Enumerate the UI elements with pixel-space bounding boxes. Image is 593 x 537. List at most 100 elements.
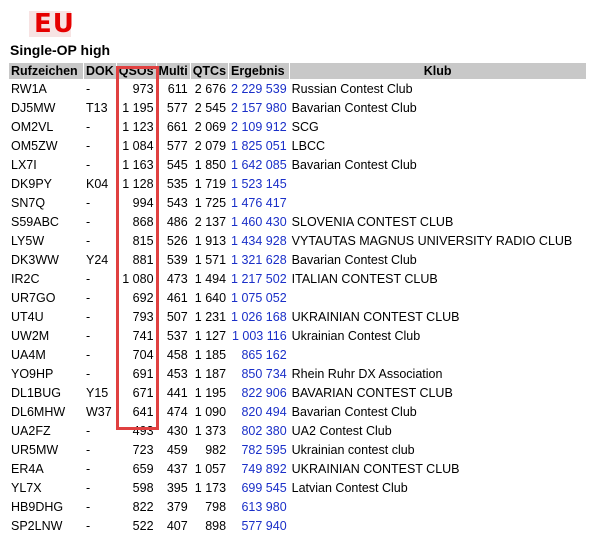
multi-cell: 395 (166, 481, 188, 495)
table-row: OM2VL - 1 123 661 2 069 2 109 912 SCG (9, 118, 586, 136)
result-link[interactable]: 1 476 417 (229, 194, 289, 212)
table-row: DK9PY K04 1 128 535 1 719 1 523 145 (9, 175, 586, 193)
table-row: RW1A - 973 611 2 676 2 229 539 Russian Contest… (9, 80, 586, 98)
column-header-qsos: QSOs (116, 63, 156, 79)
result-link[interactable]: 850 734 (229, 365, 289, 383)
multi-cell: 535 (166, 177, 188, 191)
multi-cell: 539 (166, 253, 188, 267)
callsign-cell: HB9DHG (11, 500, 64, 514)
result-link[interactable]: 1 026 168 (229, 308, 289, 326)
dok-cell: - (86, 215, 91, 229)
table-row: ER4A - 659 437 1 057 749 892 UKRAINIAN CONTEST… (9, 460, 586, 478)
callsign-cell: UR5MW (11, 443, 59, 457)
qsos-cell: 793 (132, 310, 154, 324)
result-link[interactable]: 802 380 (229, 422, 289, 440)
qsos-cell: 741 (132, 329, 154, 343)
club-cell (290, 289, 586, 307)
multi-cell: 537 (166, 329, 188, 343)
callsign-cell: SN7Q (11, 196, 46, 210)
table-row: UA4M - 704 458 1 185 865 162 (9, 346, 586, 364)
table-row: UT4U - 793 507 1 231 1 026 168 UKRAINIAN CONTE… (9, 308, 586, 326)
dok-cell: - (86, 120, 91, 134)
multi-cell: 473 (166, 272, 188, 286)
column-header-call: Rufzeichen (9, 63, 83, 79)
club-cell: Bavarian Contest Club (291, 253, 417, 267)
result-link[interactable]: 1 217 502 (229, 270, 289, 288)
dok-cell: - (86, 82, 91, 96)
result-link[interactable]: 1 460 430 (229, 213, 289, 231)
qsos-cell: 881 (132, 253, 154, 267)
dok-cell: - (86, 234, 91, 248)
club-cell: UKRAINIAN CONTEST CLUB (291, 462, 460, 476)
dok-cell: - (86, 500, 91, 514)
result-link[interactable]: 2 229 539 (229, 80, 289, 98)
club-cell: LBCC (291, 139, 325, 153)
qsos-cell: 1 163 (122, 158, 154, 172)
dok-cell: - (86, 139, 91, 153)
dok-cell: - (86, 481, 91, 495)
club-cell: BAVARIAN CONTEST CLUB (291, 386, 453, 400)
dok-cell: - (86, 329, 91, 343)
qsos-cell: 522 (132, 519, 154, 533)
multi-cell: 407 (166, 519, 188, 533)
result-link[interactable]: 1 642 085 (229, 156, 289, 174)
result-link[interactable]: 749 892 (229, 460, 289, 478)
multi-cell: 458 (166, 348, 188, 362)
result-link[interactable]: 820 494 (229, 403, 289, 421)
club-cell: Bavarian Contest Club (291, 405, 417, 419)
result-link[interactable]: 1 523 145 (229, 175, 289, 193)
qsos-cell: 1 128 (122, 177, 154, 191)
callsign-cell: DL1BUG (11, 386, 62, 400)
dok-cell: Y24 (86, 253, 109, 267)
club-cell: Bavarian Contest Club (291, 101, 417, 115)
callsign-cell: UW2M (11, 329, 50, 343)
callsign-cell: ER4A (11, 462, 44, 476)
callsign-cell: S59ABC (11, 215, 59, 229)
result-link[interactable]: 865 162 (229, 346, 289, 364)
result-link[interactable]: 577 940 (229, 517, 289, 535)
qtcs-cell: 982 (205, 443, 227, 457)
qsos-cell: 723 (132, 443, 154, 457)
callsign-cell: UT4U (11, 310, 44, 324)
table-row: UR5MW - 723 459 982 782 595 Ukrainian contest … (9, 441, 586, 459)
multi-cell: 577 (166, 101, 188, 115)
qtcs-cell: 1 127 (194, 329, 227, 343)
multi-cell: 545 (166, 158, 188, 172)
column-header-result: Ergebnis (229, 63, 289, 79)
result-link[interactable]: 2 157 980 (229, 99, 289, 117)
result-link[interactable]: 1 321 628 (229, 251, 289, 269)
results-table: Rufzeichen DOK QSOs Multi QTCs Ergebnis … (8, 62, 587, 536)
result-link[interactable]: 822 906 (229, 384, 289, 402)
result-link[interactable]: 1 434 928 (229, 232, 289, 250)
result-link[interactable]: 613 980 (229, 498, 289, 516)
multi-cell: 543 (166, 196, 188, 210)
qsos-cell: 1 084 (122, 139, 154, 153)
qsos-cell: 822 (132, 500, 154, 514)
result-link[interactable]: 1 003 116 (229, 327, 289, 345)
table-row: HB9DHG - 822 379 798 613 980 (9, 498, 586, 516)
multi-cell: 459 (166, 443, 188, 457)
club-cell (290, 346, 586, 364)
result-link[interactable]: 2 109 912 (229, 118, 289, 136)
result-link[interactable]: 699 545 (229, 479, 289, 497)
dok-cell: K04 (86, 177, 109, 191)
table-row: SN7Q - 994 543 1 725 1 476 417 (9, 194, 586, 212)
table-row: DJ5MW T13 1 195 577 2 545 2 157 980 Bavarian C… (9, 99, 586, 117)
multi-cell: 611 (167, 82, 188, 96)
qtcs-cell: 1 185 (194, 348, 227, 362)
callsign-cell: DK9PY (11, 177, 52, 191)
table-row: IR2C - 1 080 473 1 494 1 217 502 ITALIAN CONTE… (9, 270, 586, 288)
multi-cell: 430 (166, 424, 188, 438)
club-cell: VYTAUTAS MAGNUS UNIVERSITY RADIO CLUB (291, 234, 573, 248)
qtcs-cell: 1 187 (194, 367, 227, 381)
qsos-cell: 994 (132, 196, 154, 210)
dok-cell: - (86, 424, 91, 438)
callsign-cell: UA4M (11, 348, 46, 362)
result-link[interactable]: 782 595 (229, 441, 289, 459)
qtcs-cell: 1 571 (194, 253, 227, 267)
callsign-cell: UA2FZ (11, 424, 51, 438)
result-link[interactable]: 1 075 052 (229, 289, 289, 307)
club-cell: Bavarian Contest Club (291, 158, 417, 172)
result-link[interactable]: 1 825 051 (229, 137, 289, 155)
badge-text: EU (34, 9, 75, 39)
